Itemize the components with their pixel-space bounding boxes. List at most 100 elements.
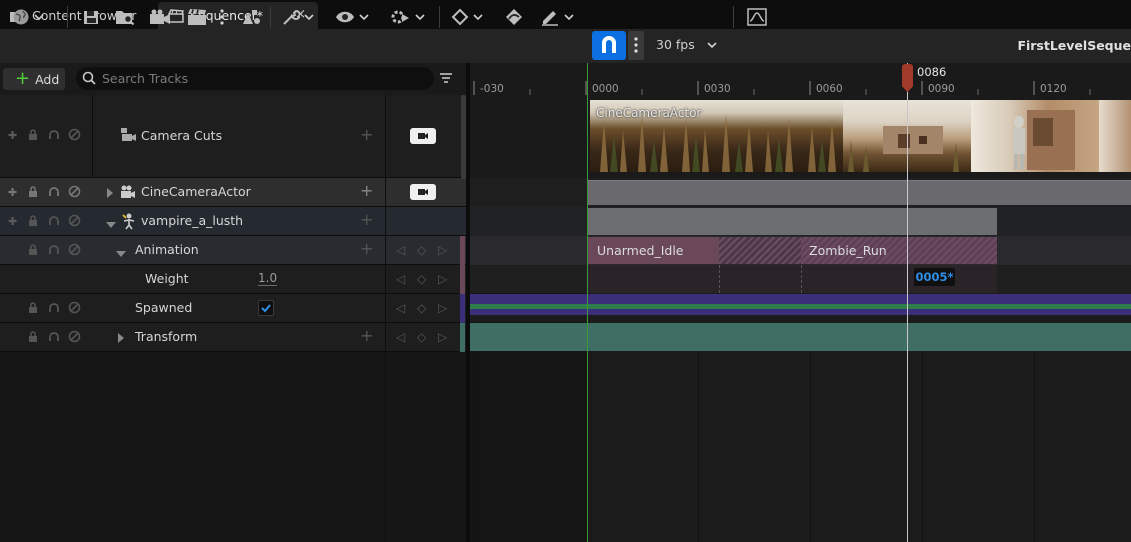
pin-icon[interactable]: ✚	[8, 129, 17, 142]
track-cinecamera-actor[interactable]: ✚ CineCameraActor +	[0, 178, 467, 207]
track-transform[interactable]: Transform + ◁ ◇ ▷	[0, 323, 467, 352]
track-weight[interactable]: Weight 1.0 ◁ ◇ ▷	[0, 265, 467, 294]
ruler-ticks	[473, 81, 1091, 95]
anim-section-unarmed-idle[interactable]: Unarmed_Idle	[587, 237, 719, 264]
camera-icon	[150, 9, 170, 24]
solo-icon[interactable]	[48, 129, 60, 143]
curve-editor-toggle[interactable]	[746, 6, 768, 28]
mute-icon[interactable]	[68, 128, 81, 144]
prev-key-icon[interactable]: ◁	[396, 301, 405, 315]
add-key-icon[interactable]: ◇	[417, 301, 426, 315]
world-settings-button[interactable]	[8, 6, 48, 28]
track-color-tint	[460, 323, 465, 352]
render-movie-button[interactable]	[185, 6, 209, 28]
prev-key-icon[interactable]: ◁	[396, 272, 405, 286]
solo-icon[interactable]	[48, 331, 60, 345]
lock-icon[interactable]	[28, 215, 38, 229]
clapperboard-icon	[188, 9, 206, 25]
key-options-dropdown[interactable]	[448, 6, 486, 28]
tools-dropdown[interactable]	[280, 6, 316, 28]
add-plus-icon[interactable]: +	[360, 210, 373, 229]
edit-mode-dropdown[interactable]	[538, 6, 576, 28]
mute-icon[interactable]	[68, 185, 81, 201]
add-key-icon[interactable]: ◇	[417, 330, 426, 344]
next-key-icon[interactable]: ▷	[438, 301, 447, 315]
track-vampire-actor[interactable]: ✚ vampire_a_lusth +	[0, 207, 467, 236]
view-options-dropdown[interactable]	[333, 6, 371, 28]
add-key-icon[interactable]: ◇	[417, 272, 426, 286]
camera-actor-icon	[120, 185, 136, 202]
solo-icon[interactable]	[48, 244, 60, 258]
mute-icon[interactable]	[68, 301, 81, 317]
eye-icon	[336, 11, 354, 23]
add-plus-icon[interactable]: +	[360, 239, 373, 258]
track-spawned[interactable]: Spawned ◁ ◇ ▷	[0, 294, 467, 323]
playhead-line[interactable]	[907, 63, 908, 542]
next-key-icon[interactable]: ▷	[438, 243, 447, 257]
lock-icon[interactable]	[28, 331, 38, 345]
lock-icon[interactable]	[28, 244, 38, 258]
grid-line	[474, 353, 475, 542]
weight-value-input[interactable]: 1.0	[258, 271, 278, 286]
wrench-icon	[283, 9, 300, 25]
add-plus-icon[interactable]: +	[360, 125, 373, 144]
prev-key-icon[interactable]: ◁	[396, 330, 405, 344]
next-key-icon[interactable]: ▷	[438, 272, 447, 286]
transform-section[interactable]	[470, 323, 1131, 351]
lock-icon[interactable]	[28, 129, 38, 143]
filter-button[interactable]	[439, 71, 453, 85]
save-button[interactable]	[80, 6, 102, 28]
track-camera-cuts[interactable]: ✚ Camera Cuts +	[0, 95, 467, 178]
ruler-label: -030	[480, 83, 504, 95]
column-divider	[385, 352, 386, 542]
sequence-title: FirstLevelSeque	[1017, 38, 1131, 53]
track-animation[interactable]: Animation + ◁ ◇ ▷	[0, 236, 467, 265]
magnet-icon	[602, 36, 616, 53]
pin-icon[interactable]: ✚	[8, 215, 17, 228]
gear-play-icon	[391, 10, 409, 24]
vampire-spawn-section[interactable]	[587, 208, 997, 235]
snap-options-button[interactable]	[628, 31, 644, 60]
column-divider	[385, 207, 386, 235]
actions-button[interactable]	[239, 6, 263, 28]
add-key-icon[interactable]: ◇	[417, 243, 426, 257]
more-options-button[interactable]	[216, 6, 228, 28]
collapse-arrow-icon[interactable]	[106, 218, 116, 232]
spawned-checkbox[interactable]	[258, 300, 274, 316]
next-key-icon[interactable]: ▷	[438, 330, 447, 344]
expand-arrow-icon[interactable]	[106, 187, 114, 201]
add-track-button[interactable]: + Add	[3, 68, 65, 90]
lock-icon[interactable]	[28, 302, 38, 316]
solo-icon[interactable]	[48, 215, 60, 229]
collapse-arrow-icon[interactable]	[116, 247, 126, 261]
anim-section-zombie-run[interactable]: Zombie_Run	[801, 237, 997, 264]
lock-icon[interactable]	[28, 186, 38, 200]
playhead-handle[interactable]	[902, 64, 913, 92]
track-color-tint	[460, 265, 465, 294]
frame-rate-dropdown[interactable]: 30 fps	[656, 37, 717, 52]
expand-arrow-icon[interactable]	[117, 332, 125, 346]
camera-lock-button[interactable]	[410, 184, 436, 200]
panel-splitter[interactable]	[466, 63, 470, 542]
add-plus-icon[interactable]: +	[360, 181, 373, 200]
camera-cut-section[interactable]: CineCameraActor	[590, 100, 1131, 172]
mute-icon[interactable]	[68, 330, 81, 346]
camera-button[interactable]	[148, 6, 172, 28]
playback-options-dropdown[interactable]	[387, 6, 427, 28]
globe-icon	[13, 9, 29, 25]
search-icon	[82, 71, 96, 85]
camera-lock-button[interactable]	[410, 128, 436, 144]
solo-icon[interactable]	[48, 302, 60, 316]
prev-key-icon[interactable]: ◁	[396, 243, 405, 257]
browse-button[interactable]	[113, 6, 137, 28]
search-tracks-input[interactable]: Search Tracks	[76, 67, 434, 90]
snap-toggle-button[interactable]	[592, 31, 626, 60]
mute-icon[interactable]	[68, 243, 81, 259]
mute-icon[interactable]	[68, 214, 81, 230]
playback-start-marker[interactable]	[587, 63, 588, 542]
pin-icon[interactable]: ✚	[8, 186, 17, 199]
cinecamera-section[interactable]	[587, 180, 1131, 205]
solo-icon[interactable]	[48, 186, 60, 200]
curve-editor-button[interactable]	[503, 6, 525, 28]
add-plus-icon[interactable]: +	[360, 326, 373, 345]
